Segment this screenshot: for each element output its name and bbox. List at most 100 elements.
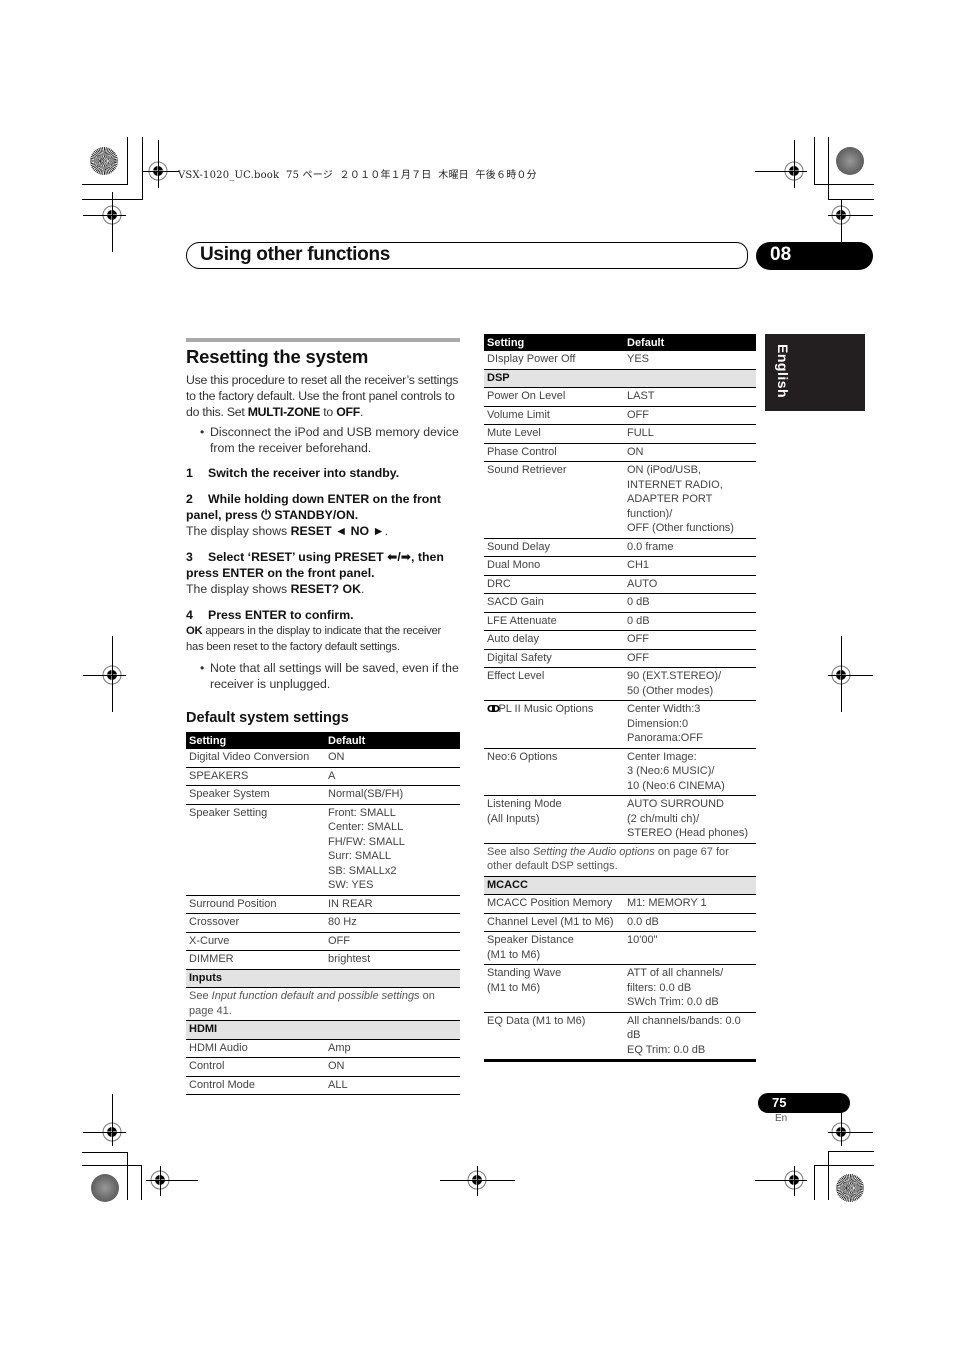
chapter-number-badge: 08 bbox=[756, 242, 873, 270]
color-target-icon bbox=[91, 1174, 119, 1202]
default-cell: OFF bbox=[624, 406, 756, 425]
default-cell: 80 Hz bbox=[325, 913, 460, 933]
setting-cell: Control Mode bbox=[186, 1076, 325, 1095]
setting-cell: Mute Level bbox=[484, 424, 624, 444]
chapter-title: Using other functions bbox=[200, 244, 391, 265]
table-row: Surround Position IN REAR bbox=[186, 895, 460, 914]
step-3-result: The display shows RESET? OK. bbox=[186, 582, 365, 596]
step-4: 4 Press ENTER to confirm. bbox=[186, 608, 354, 622]
table-row: Control Mode ALL bbox=[186, 1076, 460, 1095]
table-row: Dual Mono CH1 bbox=[484, 556, 756, 576]
table-row: Volume Limit OFF bbox=[484, 406, 756, 425]
default-cell: OFF bbox=[624, 649, 756, 668]
setting-cell: MCACC Position Memory bbox=[484, 894, 624, 914]
table-row: Speaker Distance (M1 to M6) 10'00" bbox=[484, 931, 756, 965]
setting-cell: Control bbox=[186, 1057, 325, 1077]
left-column: Resetting the system Use this procedure … bbox=[186, 338, 460, 1095]
step-2: 2 While holding down ENTER on the front p… bbox=[186, 492, 441, 522]
table-row: Listening Mode (All Inputs) AUTO SURROUND… bbox=[484, 795, 756, 844]
default-cell: ON bbox=[325, 749, 460, 768]
default-cell: Center Width:3 Dimension:0 Panorama:OFF bbox=[624, 700, 756, 749]
column-header-default: Default bbox=[325, 732, 460, 749]
inputs-note-row: See Input function default and possible … bbox=[186, 987, 460, 1021]
default-cell: AUTO bbox=[624, 575, 756, 594]
default-cell: Center Image: 3 (Neo:6 MUSIC)/ 10 (Neo:6… bbox=[624, 748, 756, 796]
setting-cell: Neo:6 Options bbox=[484, 748, 624, 796]
setting-cell: Phase Control bbox=[484, 443, 624, 462]
step-1: 1 Switch the receiver into standby. bbox=[186, 466, 400, 480]
cross-reference-link[interactable]: Input function default and possible sett… bbox=[212, 990, 420, 1002]
dolby-double-d-icon: ᗡᗞ bbox=[487, 704, 500, 714]
setting-cell: SPEAKERS bbox=[186, 767, 325, 786]
group-row-inputs: Inputs bbox=[186, 969, 460, 988]
default-cell: ATT of all channels/ filters: 0.0 dB SWc… bbox=[624, 964, 756, 1013]
color-target-icon bbox=[836, 1174, 864, 1202]
setting-cell: Sound Retriever bbox=[484, 461, 624, 539]
table-row: HDMI Audio Amp bbox=[186, 1039, 460, 1058]
group-row-dsp: DSP bbox=[484, 369, 756, 388]
setting-cell: Auto delay bbox=[484, 630, 624, 650]
table-row: Sound Delay 0.0 frame bbox=[484, 538, 756, 557]
default-cell: brightest bbox=[325, 950, 460, 970]
setting-cell: Effect Level bbox=[484, 667, 624, 701]
table-row: ᗡᗞ PL II Music Options Center Width:3 Dim… bbox=[484, 700, 756, 749]
default-cell: ON bbox=[325, 1057, 460, 1077]
default-cell: 0.0 frame bbox=[624, 538, 756, 557]
group-label: MCACC bbox=[484, 876, 756, 895]
cross-reference-link[interactable]: Setting the Audio options bbox=[533, 846, 655, 858]
default-cell: YES bbox=[624, 351, 756, 370]
column-header-setting: Setting bbox=[484, 334, 624, 351]
color-target-icon bbox=[836, 147, 864, 175]
setting-cell: DIsplay Power Off bbox=[484, 351, 624, 370]
setting-cell: Digital Video Conversion bbox=[186, 749, 325, 768]
table-row: Channel Level (M1 to M6) 0.0 dB bbox=[484, 913, 756, 932]
column-header-default: Default bbox=[624, 334, 756, 351]
language-tab-label: English bbox=[775, 344, 791, 399]
table-row: Speaker System Normal(SB/FH) bbox=[186, 785, 460, 805]
default-cell: ON (iPod/USB, INTERNET RADIO, ADAPTER PO… bbox=[624, 461, 756, 539]
defaults-table-left: Setting Default Digital Video Conversion… bbox=[186, 732, 460, 1095]
table-row: Mute Level FULL bbox=[484, 424, 756, 444]
section-title: Resetting the system bbox=[186, 346, 369, 367]
setting-cell: DRC bbox=[484, 575, 624, 594]
table-row: DRC AUTO bbox=[484, 575, 756, 594]
table-row: DIMMER brightest bbox=[186, 950, 460, 970]
setting-cell: ᗡᗞ PL II Music Options bbox=[484, 700, 624, 749]
table-row: SPEAKERS A bbox=[186, 767, 460, 786]
default-cell: M1: MEMORY 1 bbox=[624, 894, 756, 914]
default-cell: All channels/bands: 0.0 dB EQ Trim: 0.0 … bbox=[624, 1012, 756, 1062]
default-cell: 10'00" bbox=[624, 931, 756, 965]
setting-cell: Listening Mode (All Inputs) bbox=[484, 795, 624, 844]
default-cell: IN REAR bbox=[325, 895, 460, 914]
bullet-item: • Note that all settings will be saved, e… bbox=[200, 661, 459, 691]
setting-cell: LFE Attenuate bbox=[484, 612, 624, 631]
setting-cell: EQ Data (M1 to M6) bbox=[484, 1012, 624, 1062]
default-cell: CH1 bbox=[624, 556, 756, 576]
setting-cell: Power On Level bbox=[484, 387, 624, 407]
table-row: Neo:6 Options Center Image: 3 (Neo:6 MUSI… bbox=[484, 748, 756, 796]
page-language-label: En bbox=[775, 1113, 788, 1124]
default-cell: A bbox=[325, 767, 460, 786]
step-2-result: The display shows RESET ◄ NO ►. bbox=[186, 524, 389, 538]
page-number-badge: 75 bbox=[758, 1093, 850, 1113]
default-cell: OFF bbox=[624, 630, 756, 650]
setting-cell: Speaker Distance (M1 to M6) bbox=[484, 931, 624, 965]
setting-cell: Volume Limit bbox=[484, 406, 624, 425]
default-cell: FULL bbox=[624, 424, 756, 444]
setting-cell: Crossover bbox=[186, 913, 325, 933]
default-cell: ON bbox=[624, 443, 756, 462]
table-row: LFE Attenuate 0 dB bbox=[484, 612, 756, 631]
table-row: Control ON bbox=[186, 1057, 460, 1077]
default-cell: Normal(SB/FH) bbox=[325, 785, 460, 805]
table-row: EQ Data (M1 to M6) All channels/bands: 0.… bbox=[484, 1012, 756, 1062]
section-rule bbox=[186, 338, 460, 342]
default-cell: OFF bbox=[325, 932, 460, 951]
table-row: Auto delay OFF bbox=[484, 630, 756, 650]
table-row: Phase Control ON bbox=[484, 443, 756, 462]
setting-cell: X-Curve bbox=[186, 932, 325, 951]
right-column: Setting Default DIsplay Power Off YES DSP P… bbox=[484, 334, 756, 1062]
setting-cell: Speaker Setting bbox=[186, 804, 325, 896]
bullet-item: • Disconnect the iPod and USB memory devi… bbox=[200, 425, 459, 455]
setting-cell: Speaker System bbox=[186, 785, 325, 805]
table-row: SACD Gain 0 dB bbox=[484, 593, 756, 613]
